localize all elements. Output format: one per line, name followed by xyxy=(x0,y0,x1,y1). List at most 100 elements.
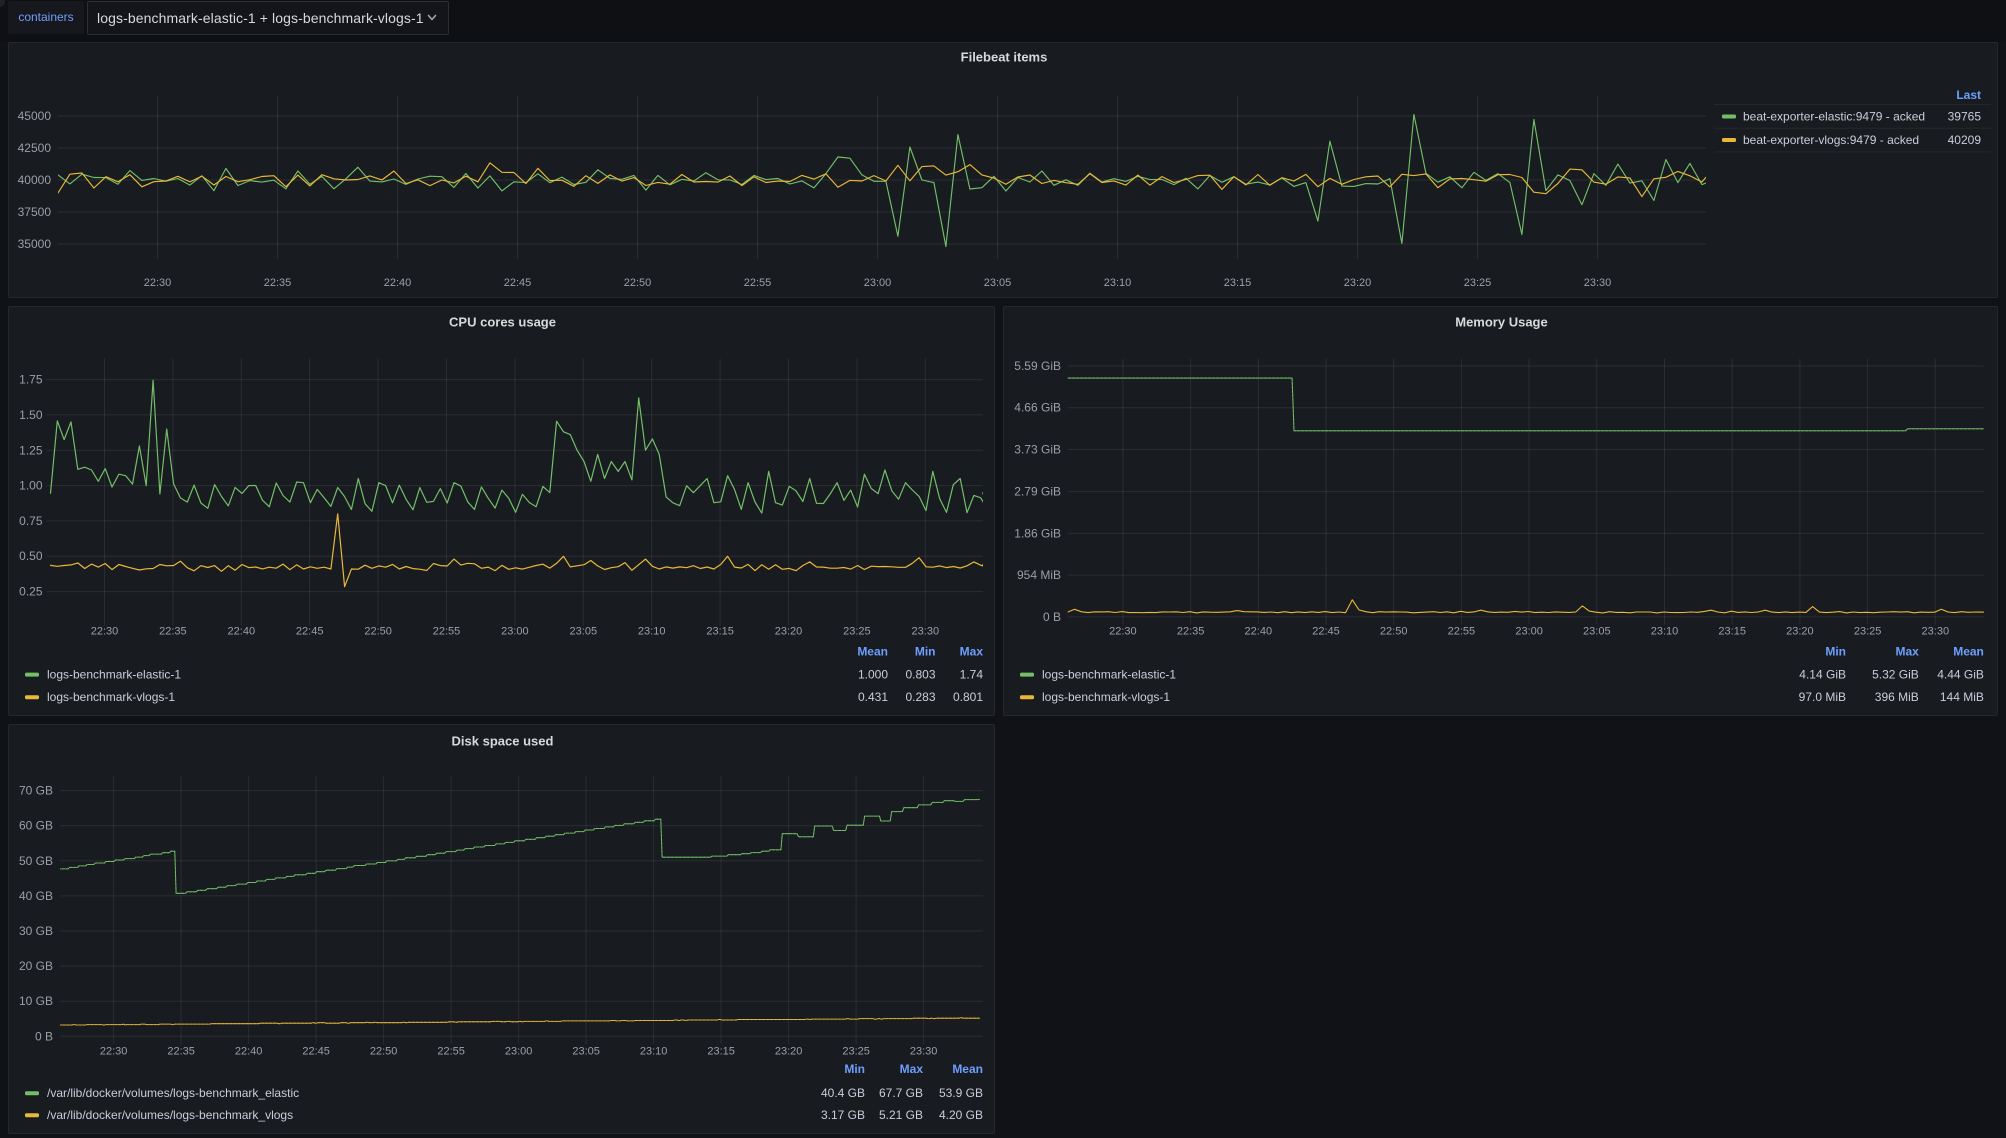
svg-text:23:05: 23:05 xyxy=(572,1046,600,1058)
svg-text:23:10: 23:10 xyxy=(640,1046,668,1058)
svg-text:10 GB: 10 GB xyxy=(19,994,53,1008)
svg-text:1.75: 1.75 xyxy=(19,373,43,387)
svg-text:20 GB: 20 GB xyxy=(19,959,53,973)
svg-text:2.79 GiB: 2.79 GiB xyxy=(1014,485,1061,499)
svg-text:22:35: 22:35 xyxy=(167,1046,195,1058)
svg-text:23:10: 23:10 xyxy=(1104,277,1132,289)
svg-text:23:05: 23:05 xyxy=(570,626,598,638)
svg-text:23:05: 23:05 xyxy=(1583,626,1611,638)
svg-text:23:25: 23:25 xyxy=(843,626,871,638)
svg-text:23:00: 23:00 xyxy=(864,277,892,289)
svg-text:0.50: 0.50 xyxy=(19,549,43,563)
svg-text:23:25: 23:25 xyxy=(1464,277,1492,289)
svg-text:0.25: 0.25 xyxy=(19,585,43,599)
svg-text:22:45: 22:45 xyxy=(504,277,532,289)
svg-text:23:30: 23:30 xyxy=(912,626,940,638)
svg-text:beat-exporter-elastic:9479 - a: beat-exporter-elastic:9479 - acked xyxy=(1743,110,1925,124)
svg-text:4.44 GiB: 4.44 GiB xyxy=(1937,668,1984,682)
svg-text:22:40: 22:40 xyxy=(1245,626,1273,638)
svg-text:/var/lib/docker/volumes/logs-b: /var/lib/docker/volumes/logs-benchmark_v… xyxy=(47,1108,293,1122)
svg-text:22:55: 22:55 xyxy=(433,626,461,638)
svg-text:0.431: 0.431 xyxy=(858,690,888,704)
svg-text:22:50: 22:50 xyxy=(624,277,652,289)
svg-text:23:20: 23:20 xyxy=(775,1046,803,1058)
svg-text:23:15: 23:15 xyxy=(1224,277,1252,289)
svg-text:70 GB: 70 GB xyxy=(19,784,53,798)
svg-text:23:10: 23:10 xyxy=(1651,626,1679,638)
svg-text:23:30: 23:30 xyxy=(1584,277,1612,289)
svg-text:Memory Usage: Memory Usage xyxy=(1455,315,1547,330)
svg-text:30 GB: 30 GB xyxy=(19,924,53,938)
svg-text:40 GB: 40 GB xyxy=(19,889,53,903)
svg-text:22:40: 22:40 xyxy=(228,626,256,638)
svg-text:23:30: 23:30 xyxy=(910,1046,938,1058)
svg-text:22:45: 22:45 xyxy=(1312,626,1340,638)
svg-text:23:05: 23:05 xyxy=(984,277,1012,289)
svg-text:3.73 GiB: 3.73 GiB xyxy=(1014,443,1061,457)
svg-text:Last: Last xyxy=(1956,88,1981,102)
svg-text:22:30: 22:30 xyxy=(91,626,119,638)
svg-text:4.66 GiB: 4.66 GiB xyxy=(1014,401,1061,415)
svg-text:0 B: 0 B xyxy=(35,1029,53,1043)
svg-text:22:30: 22:30 xyxy=(144,277,172,289)
svg-text:23:20: 23:20 xyxy=(1786,626,1814,638)
svg-text:22:45: 22:45 xyxy=(302,1046,330,1058)
svg-text:40000: 40000 xyxy=(18,173,52,187)
svg-text:22:50: 22:50 xyxy=(370,1046,398,1058)
svg-text:22:35: 22:35 xyxy=(159,626,187,638)
svg-text:5.32 GiB: 5.32 GiB xyxy=(1872,668,1919,682)
svg-text:22:50: 22:50 xyxy=(364,626,392,638)
svg-text:23:10: 23:10 xyxy=(638,626,666,638)
svg-text:5.21 GB: 5.21 GB xyxy=(879,1108,923,1122)
svg-text:53.9 GB: 53.9 GB xyxy=(939,1086,983,1100)
svg-text:23:15: 23:15 xyxy=(1718,626,1746,638)
svg-text:Min: Min xyxy=(844,1062,865,1076)
svg-text:0.75: 0.75 xyxy=(19,514,43,528)
svg-text:23:30: 23:30 xyxy=(1922,626,1950,638)
svg-text:50 GB: 50 GB xyxy=(19,854,53,868)
svg-text:0.801: 0.801 xyxy=(953,690,983,704)
svg-text:23:00: 23:00 xyxy=(1515,626,1543,638)
svg-text:60 GB: 60 GB xyxy=(19,819,53,833)
svg-text:/var/lib/docker/volumes/logs-b: /var/lib/docker/volumes/logs-benchmark_e… xyxy=(47,1086,299,1100)
svg-text:22:50: 22:50 xyxy=(1380,626,1408,638)
svg-text:22:40: 22:40 xyxy=(384,277,412,289)
svg-text:1.00: 1.00 xyxy=(19,479,43,493)
svg-text:logs-benchmark-vlogs-1: logs-benchmark-vlogs-1 xyxy=(1042,690,1170,704)
svg-text:22:35: 22:35 xyxy=(1177,626,1205,638)
svg-text:5.59 GiB: 5.59 GiB xyxy=(1014,359,1061,373)
svg-text:42500: 42500 xyxy=(18,141,52,155)
svg-text:23:15: 23:15 xyxy=(706,626,734,638)
svg-text:Max: Max xyxy=(900,1062,924,1076)
svg-text:logs-benchmark-elastic-1: logs-benchmark-elastic-1 xyxy=(47,668,181,682)
svg-text:22:30: 22:30 xyxy=(1109,626,1137,638)
svg-text:23:00: 23:00 xyxy=(505,1046,533,1058)
svg-text:22:30: 22:30 xyxy=(100,1046,128,1058)
svg-text:Max: Max xyxy=(1895,645,1919,659)
svg-text:35000: 35000 xyxy=(18,237,52,251)
svg-text:1.86 GiB: 1.86 GiB xyxy=(1014,526,1061,540)
svg-text:Min: Min xyxy=(915,645,936,659)
svg-text:22:55: 22:55 xyxy=(1448,626,1476,638)
svg-text:logs-benchmark-elastic-1: logs-benchmark-elastic-1 xyxy=(1042,668,1176,682)
svg-text:954 MiB: 954 MiB xyxy=(1017,568,1061,582)
svg-text:23:00: 23:00 xyxy=(501,626,529,638)
svg-text:40209: 40209 xyxy=(1948,133,1982,147)
svg-text:Mean: Mean xyxy=(1953,645,1984,659)
svg-text:97.0 MiB: 97.0 MiB xyxy=(1799,690,1846,704)
svg-text:Min: Min xyxy=(1825,645,1846,659)
svg-text:4.14 GiB: 4.14 GiB xyxy=(1799,668,1846,682)
svg-text:Disk space used: Disk space used xyxy=(452,734,554,749)
svg-text:23:15: 23:15 xyxy=(707,1046,735,1058)
svg-text:22:35: 22:35 xyxy=(264,277,292,289)
svg-text:39765: 39765 xyxy=(1948,110,1982,124)
svg-text:45000: 45000 xyxy=(18,109,52,123)
svg-text:0.803: 0.803 xyxy=(905,668,935,682)
svg-text:37500: 37500 xyxy=(18,205,52,219)
svg-text:1.000: 1.000 xyxy=(858,668,888,682)
svg-text:Max: Max xyxy=(960,645,984,659)
svg-text:144 MiB: 144 MiB xyxy=(1940,690,1984,704)
svg-text:4.20 GB: 4.20 GB xyxy=(939,1108,983,1122)
svg-text:22:55: 22:55 xyxy=(437,1046,465,1058)
svg-text:logs-benchmark-vlogs-1: logs-benchmark-vlogs-1 xyxy=(47,690,175,704)
